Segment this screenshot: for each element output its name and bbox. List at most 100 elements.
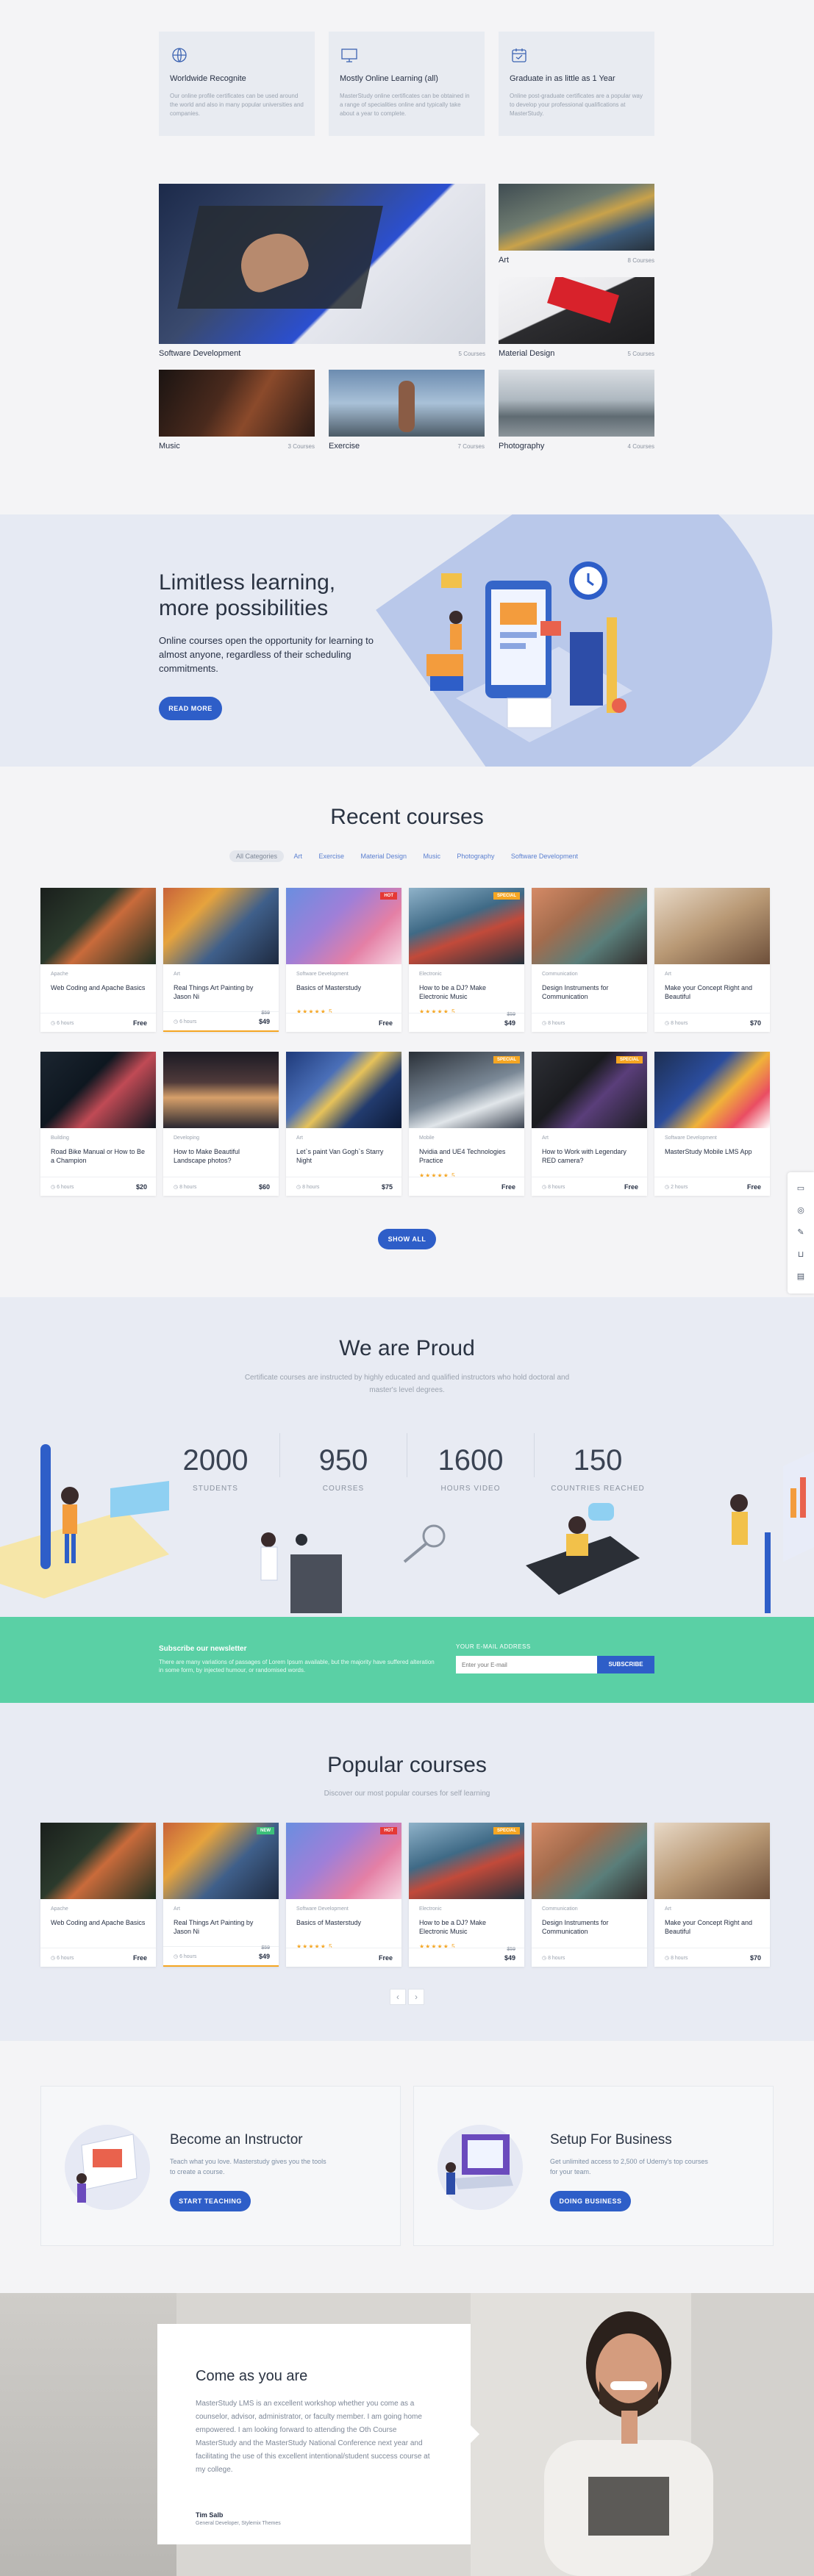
course-title[interactable]: MasterStudy Mobile LMS App (665, 1147, 762, 1156)
course-card[interactable]: Developing How to Make Beautiful Landscap… (163, 1052, 279, 1196)
course-card[interactable]: SPECIAL Mobile Nvidia and UE4 Technologies… (409, 1052, 524, 1196)
course-card[interactable]: Building Road Bike Manual or How to Be a … (40, 1052, 156, 1196)
course-thumbnail[interactable] (40, 1823, 156, 1899)
category-count: 7 Courses (457, 443, 485, 450)
course-card[interactable]: Art Make your Concept Right and Beautiful… (654, 888, 770, 1032)
course-thumbnail[interactable] (654, 1052, 770, 1128)
course-thumbnail[interactable] (532, 1823, 647, 1899)
course-card[interactable]: Software Development MasterStudy Mobile L… (654, 1052, 770, 1196)
course-hours-value: 8 hours (671, 1021, 688, 1026)
category-image-exercise[interactable] (329, 370, 485, 437)
course-title[interactable]: How to Make Beautiful Landscape photos? (174, 1147, 271, 1165)
course-card[interactable]: Art Make your Concept Right and Beautiful… (654, 1823, 770, 1967)
clock-icon: ◷ (542, 1185, 549, 1190)
category-label[interactable]: Art (499, 256, 509, 265)
course-title[interactable]: Basics of Masterstudy (296, 1918, 393, 1927)
course-title[interactable]: Real Things Art Painting by Jason Ni (174, 1918, 271, 1936)
side-toolbar: ▭ ◎ ✎ ⊔ ▤ (788, 1172, 814, 1294)
course-price: $49 (258, 1018, 270, 1025)
course-card[interactable]: HOT Software Development Basics of Masters… (286, 1823, 401, 1967)
email-input[interactable] (456, 1656, 597, 1673)
settings-icon[interactable]: ◎ (796, 1206, 805, 1215)
filter-photography[interactable]: Photography (450, 850, 501, 862)
course-title[interactable]: Nvidia and UE4 Technologies Practice (419, 1147, 516, 1165)
course-thumbnail[interactable] (286, 1052, 401, 1128)
course-title[interactable]: Design Instruments for Communication (542, 983, 639, 1001)
course-card[interactable]: Art Real Things Art Painting by Jason Ni ◷… (163, 888, 279, 1032)
carousel-next-button[interactable]: › (408, 1989, 424, 2005)
course-hours: ◷ 6 hours (174, 1019, 196, 1025)
course-title[interactable]: Basics of Masterstudy (296, 983, 393, 992)
course-title[interactable]: Web Coding and Apache Basics (51, 983, 148, 992)
card-pointer (471, 2425, 479, 2443)
doing-business-button[interactable]: DOING BUSINESS (550, 2191, 631, 2211)
business-title: Setup For Business (550, 2132, 672, 2148)
desktop-icon[interactable]: ▭ (796, 1184, 805, 1193)
course-title[interactable]: Make your Concept Right and Beautiful (665, 1918, 762, 1936)
course-hours: ◷ 6 hours (51, 1184, 74, 1190)
course-title[interactable]: How to be a DJ? Make Electronic Music (419, 983, 516, 1001)
category-label[interactable]: Music (159, 442, 180, 451)
course-thumbnail[interactable] (654, 1823, 770, 1899)
brush-icon[interactable]: ✎ (796, 1228, 805, 1237)
category-image-material[interactable] (499, 277, 654, 344)
course-category: Art (174, 1906, 180, 1912)
filter-music[interactable]: Music (416, 850, 447, 862)
document-icon[interactable]: ▤ (796, 1272, 805, 1281)
category-image-music[interactable] (159, 370, 315, 437)
show-all-button[interactable]: SHOW ALL (378, 1229, 436, 1249)
course-card[interactable]: Communication Design Instruments for Comm… (532, 1823, 647, 1967)
course-card[interactable]: Apache Web Coding and Apache Basics ◷ 6 ho… (40, 1823, 156, 1967)
course-card[interactable]: Communication Design Instruments for Comm… (532, 888, 647, 1032)
course-title[interactable]: Web Coding and Apache Basics (51, 1918, 148, 1927)
course-title[interactable]: Design Instruments for Communication (542, 1918, 639, 1936)
filter-all-categories[interactable]: All Categories (229, 850, 285, 862)
course-card[interactable]: SPECIAL Electronic How to be a DJ? Make El… (409, 888, 524, 1032)
course-card[interactable]: NEW Art Real Things Art Painting by Jason … (163, 1823, 279, 1967)
course-thumbnail[interactable] (654, 888, 770, 964)
subscribe-button[interactable]: SUBSCRIBE (597, 1656, 654, 1673)
course-card[interactable]: Apache Web Coding and Apache Basics ◷ 6 ho… (40, 888, 156, 1032)
read-more-button[interactable]: READ MORE (159, 697, 222, 720)
category-image-software[interactable] (159, 184, 485, 344)
course-card[interactable]: Art Let`s paint Van Gogh`s Starry Night ◷ … (286, 1052, 401, 1196)
course-title[interactable]: Make your Concept Right and Beautiful (665, 983, 762, 1001)
cart-icon[interactable]: ⊔ (796, 1250, 805, 1259)
course-title[interactable]: Real Things Art Painting by Jason Ni (174, 983, 271, 1001)
course-thumbnail[interactable] (163, 888, 279, 964)
course-hours-value: 8 hours (302, 1185, 320, 1190)
course-card[interactable]: HOT Software Development Basics of Masters… (286, 888, 401, 1032)
filter-material-design[interactable]: Material Design (354, 850, 413, 862)
instructor-title: Become an Instructor (170, 2132, 303, 2148)
course-title[interactable]: How to be a DJ? Make Electronic Music (419, 1918, 516, 1936)
category-image-photography[interactable] (499, 370, 654, 437)
carousel-prev-button[interactable]: ‹ (390, 1989, 406, 2005)
course-title[interactable]: Let`s paint Van Gogh`s Starry Night (296, 1147, 393, 1165)
course-hours: ◷ 8 hours (665, 1955, 688, 1961)
start-teaching-button[interactable]: START TEACHING (170, 2191, 251, 2211)
filter-art[interactable]: Art (288, 850, 310, 862)
course-thumbnail[interactable] (163, 1052, 279, 1128)
course-card[interactable]: SPECIAL Art How to Work with Legendary RED… (532, 1052, 647, 1196)
filter-exercise[interactable]: Exercise (312, 850, 351, 862)
become-instructor-box: Become an Instructor Teach what you love… (40, 2086, 401, 2246)
course-title[interactable]: How to Work with Legendary RED camera? (542, 1147, 639, 1165)
course-old-price: $59 (507, 1947, 515, 1952)
hero-title-line1: Limitless learning, (159, 570, 336, 595)
course-thumbnail[interactable] (40, 1052, 156, 1128)
category-image-art[interactable] (499, 184, 654, 251)
category-label[interactable]: Exercise (329, 442, 360, 451)
category-label[interactable]: Material Design (499, 349, 554, 358)
category-label[interactable]: Software Development (159, 349, 240, 358)
course-title[interactable]: Road Bike Manual or How to Be a Champion (51, 1147, 148, 1165)
category-label[interactable]: Photography (499, 442, 544, 451)
category-count: 5 Courses (627, 351, 654, 357)
course-card[interactable]: SPECIAL Electronic How to be a DJ? Make El… (409, 1823, 524, 1967)
course-badge: SPECIAL (493, 1056, 520, 1063)
course-hours-value: 6 hours (179, 1954, 197, 1959)
hero-illustration (426, 562, 632, 742)
filter-software-development[interactable]: Software Development (504, 850, 585, 862)
course-thumbnail[interactable] (532, 888, 647, 964)
course-thumbnail[interactable] (40, 888, 156, 964)
course-footer: ◷ 8 hours $70 (654, 1013, 770, 1032)
